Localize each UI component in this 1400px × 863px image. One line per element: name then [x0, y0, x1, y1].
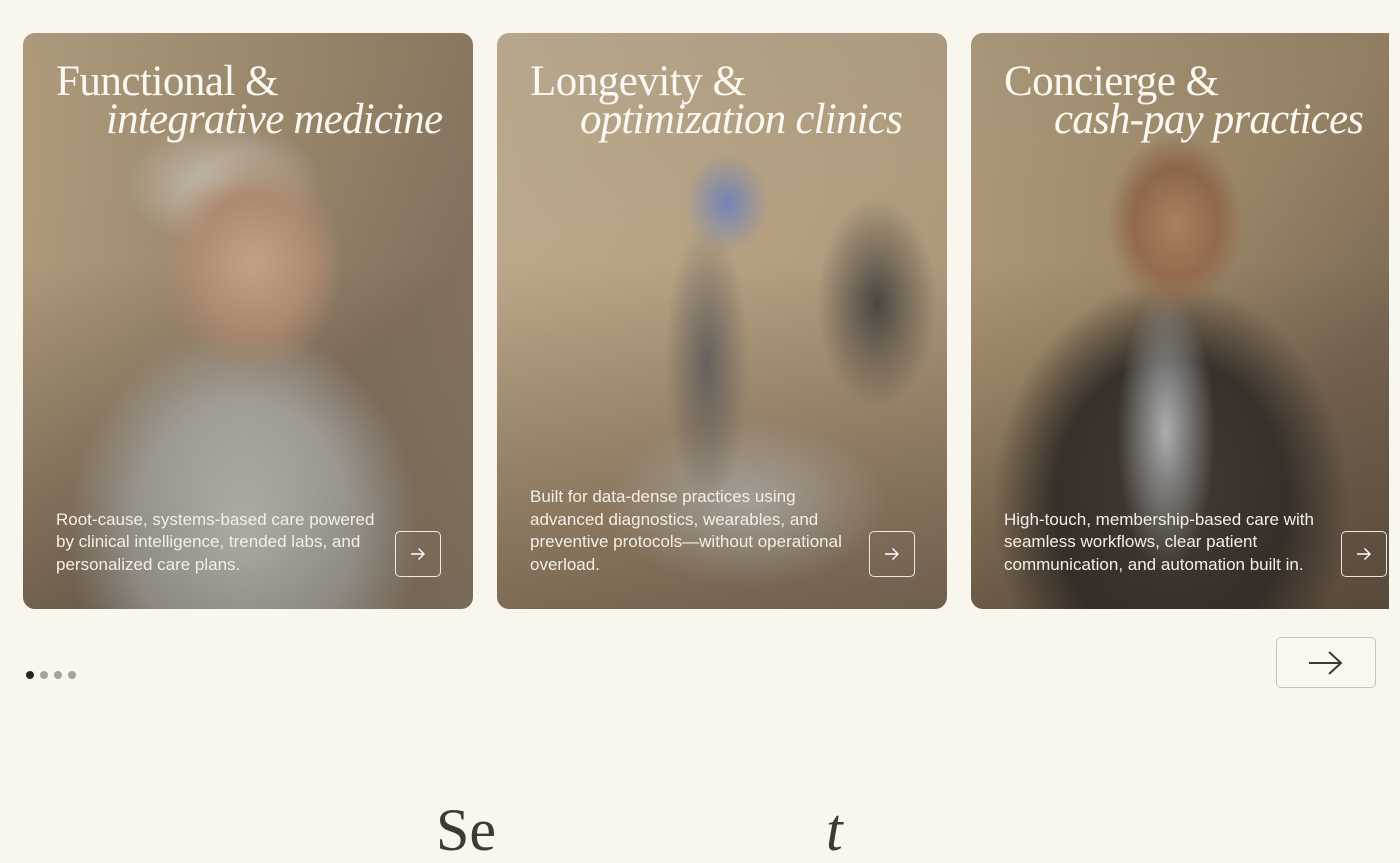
card-longevity-clinics[interactable]: Longevity & optimization clinics Built f…	[497, 33, 947, 609]
section-heading-part1: Se	[436, 797, 496, 863]
carousel-pagination	[26, 671, 76, 679]
card-functional-medicine[interactable]: Functional & integrative medicine Root-c…	[23, 33, 473, 609]
pagination-dot-4[interactable]	[68, 671, 76, 679]
card-arrow-button[interactable]	[869, 531, 915, 577]
arrow-right-icon	[885, 548, 899, 560]
card-description: Root-cause, systems-based care powered b…	[56, 509, 375, 574]
pagination-dot-2[interactable]	[40, 671, 48, 679]
section-heading-partial: Se t	[436, 800, 843, 860]
carousel-next-button[interactable]	[1276, 637, 1376, 688]
card-description: Built for data-dense practices using adv…	[530, 487, 842, 574]
card-title-line2: optimization clinics	[580, 96, 903, 143]
card-description: High-touch, membership-based care with s…	[1004, 509, 1314, 574]
arrow-right-icon	[411, 548, 425, 560]
card-arrow-button[interactable]	[1341, 531, 1387, 577]
card-title: Concierge & cash-pay practices	[1004, 60, 1369, 143]
card-title-line2: cash-pay practices	[1054, 96, 1364, 143]
pagination-dot-3[interactable]	[54, 671, 62, 679]
arrow-right-icon	[1309, 650, 1343, 675]
arrow-right-icon	[1357, 548, 1371, 560]
section-heading-part2: t	[826, 797, 843, 863]
card-arrow-button[interactable]	[395, 531, 441, 577]
pagination-dot-1[interactable]	[26, 671, 34, 679]
card-title: Functional & integrative medicine	[56, 60, 453, 143]
card-concierge-practices[interactable]: Concierge & cash-pay practices High-touc…	[971, 33, 1389, 609]
card-title-line2: integrative medicine	[106, 96, 443, 143]
card-title: Longevity & optimization clinics	[530, 60, 927, 143]
